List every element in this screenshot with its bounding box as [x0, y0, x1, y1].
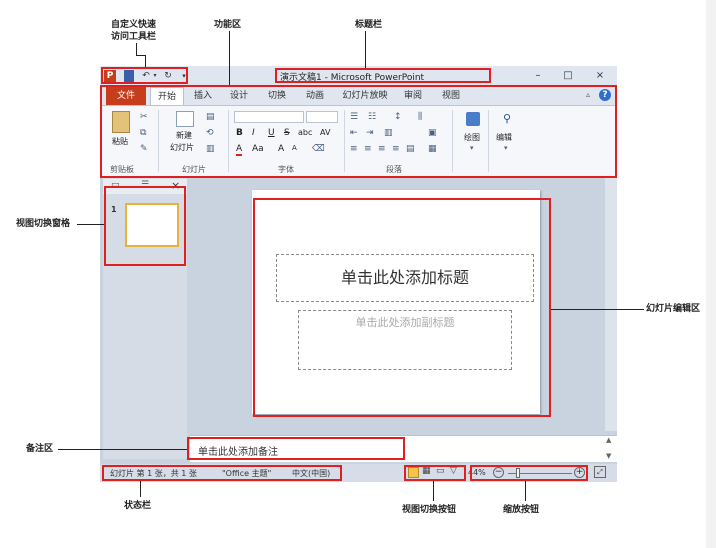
callout-view-buttons: 视图切换按钮: [402, 505, 457, 515]
highlight-notes: [187, 437, 405, 460]
vertical-scrollbar[interactable]: [605, 177, 617, 431]
highlight-slide-edit: [253, 198, 551, 417]
callout-line-slide-pane: [77, 224, 104, 225]
callout-line-statusbar: [140, 481, 141, 497]
highlight-statusbar: [102, 465, 342, 481]
notes-scroll-down-icon[interactable]: ▼: [606, 452, 611, 460]
callout-line-view-buttons: [433, 481, 434, 501]
callout-statusbar: 状态栏: [124, 501, 152, 511]
callout-line-ribbon: [229, 31, 230, 85]
maximize-button[interactable]: □: [558, 68, 578, 84]
highlight-titlebar: [275, 68, 491, 83]
highlight-slide-pane: [104, 186, 186, 266]
callout-line-slide-edit: [551, 309, 644, 310]
callout-line-titlebar: [365, 31, 366, 68]
minimize-button[interactable]: –: [528, 68, 548, 84]
callout-line-qat-v: [136, 43, 137, 55]
notes-scroll-up-icon[interactable]: ▲: [606, 436, 611, 444]
callout-slide-pane: 视图切换窗格: [16, 219, 71, 229]
fit-to-window-icon[interactable]: ⤢: [594, 466, 606, 478]
callout-line-notes: [58, 449, 187, 450]
highlight-ribbon: [100, 85, 617, 178]
callout-qat-line2: 访问工具栏: [111, 32, 157, 42]
callout-line-zoom: [525, 481, 526, 501]
callout-titlebar: 标题栏: [355, 20, 383, 30]
callout-slide-edit: 幻灯片编辑区: [646, 304, 701, 314]
callout-line-qat-v2: [145, 55, 146, 67]
background-strip: [706, 0, 716, 548]
callout-qat-line1: 自定义快速: [111, 20, 157, 30]
highlight-zoom: [470, 465, 588, 481]
callout-ribbon: 功能区: [214, 20, 242, 30]
close-button[interactable]: ×: [590, 68, 610, 84]
highlight-view-buttons: [404, 465, 466, 481]
highlight-qat: [101, 67, 188, 84]
callout-zoom-buttons: 缩放按钮: [503, 505, 540, 515]
callout-notes: 备注区: [26, 444, 54, 454]
